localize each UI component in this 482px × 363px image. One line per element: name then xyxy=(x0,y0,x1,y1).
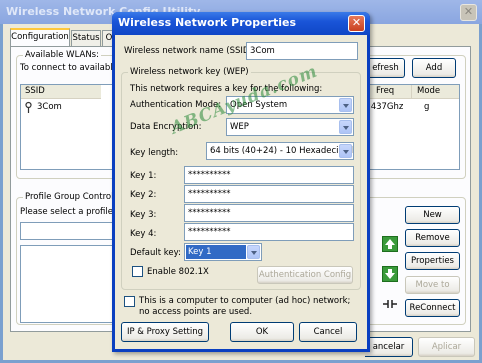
new-button[interactable]: New xyxy=(405,206,460,224)
key4-value: ********** xyxy=(188,227,231,237)
column-freq-label: Freq xyxy=(376,86,395,96)
chevron-down-icon xyxy=(339,144,352,158)
add-label: Add xyxy=(425,63,443,73)
properties-label: Properties xyxy=(411,256,454,266)
ip-proxy-button[interactable]: IP & Proxy Setting xyxy=(121,322,209,342)
wlan-column-ssid[interactable]: SSID xyxy=(21,85,101,99)
remove-label: Remove xyxy=(415,233,450,243)
wlan-row-freq: .437Ghz xyxy=(368,102,404,112)
key1-input[interactable]: ********** xyxy=(184,166,354,184)
default-key-label: Default key: xyxy=(130,248,181,258)
key4-label: Key 4: xyxy=(130,229,157,239)
key-length-select[interactable]: 64 bits (40+24) - 10 Hexadecimal d xyxy=(206,142,354,160)
default-key-value: Key 1 xyxy=(186,245,246,259)
key1-label: Key 1: xyxy=(130,171,157,181)
key3-label: Key 3: xyxy=(130,210,157,220)
chevron-down-icon xyxy=(339,98,352,112)
ok-label: OK xyxy=(255,327,269,337)
tab-configuration-label: Configuration xyxy=(11,32,69,42)
wlan-row-mode: g xyxy=(424,102,430,112)
remove-button[interactable]: Remove xyxy=(405,229,460,247)
column-ssid-label: SSID xyxy=(25,86,45,96)
key3-value: ********** xyxy=(188,208,231,218)
tab-configuration[interactable]: Configuration xyxy=(10,28,70,46)
key-length-label: Key length: xyxy=(130,148,179,158)
auth-config-label: Authentication Config xyxy=(258,270,352,280)
wep-group-label: Wireless network key (WEP) xyxy=(128,67,251,77)
connect-hint: To connect to available xyxy=(20,63,118,73)
ok-button[interactable]: OK xyxy=(230,322,294,342)
profile-select-box[interactable] xyxy=(20,222,120,240)
refresh-label: efresh xyxy=(372,63,399,73)
new-label: New xyxy=(423,210,442,220)
ip-proxy-label: IP & Proxy Setting xyxy=(126,327,204,337)
apply-button[interactable]: Aplicar xyxy=(418,337,475,357)
enable-8021x-label: Enable 802.1X xyxy=(147,267,209,277)
wlan-column-freq[interactable]: Freq xyxy=(367,85,411,99)
apply-label: Aplicar xyxy=(431,342,462,352)
chevron-down-icon xyxy=(247,245,260,259)
profile-list[interactable] xyxy=(20,245,120,323)
key3-input[interactable]: ********** xyxy=(184,204,354,222)
wlan-row-ssid: 3Com xyxy=(37,102,62,112)
connect-icon[interactable] xyxy=(382,297,398,311)
wlan-column-mode[interactable]: Mode xyxy=(411,85,459,99)
bg-close-button[interactable]: ✕ xyxy=(460,4,477,21)
dialog-close-button[interactable]: ✕ xyxy=(348,15,365,32)
move-down-icon[interactable] xyxy=(382,266,398,282)
default-key-select[interactable]: Key 1 xyxy=(184,243,262,261)
move-up-icon[interactable] xyxy=(382,236,398,252)
tab-status[interactable]: Status xyxy=(71,30,101,46)
move-to-label: Move to xyxy=(415,280,450,290)
adhoc-label: This is a computer to computer (ad hoc) … xyxy=(139,296,351,317)
dialog-titlebar: Wireless Network Properties xyxy=(112,12,370,35)
key1-value: ********** xyxy=(188,170,231,180)
properties-button[interactable]: Properties xyxy=(405,252,460,270)
refresh-button[interactable]: efresh xyxy=(367,58,405,78)
bg-cancel-label: ancelar xyxy=(372,342,405,352)
dialog-title: Wireless Network Properties xyxy=(118,16,296,29)
dialog-cancel-button[interactable]: Cancel xyxy=(299,322,357,342)
chevron-down-icon xyxy=(339,120,352,134)
tab-status-label: Status xyxy=(72,33,100,43)
profile-group-label: Profile Group Control xyxy=(23,192,116,202)
auth-config-button[interactable]: Authentication Config xyxy=(257,266,353,284)
reconnect-label: ReConnect xyxy=(409,303,456,313)
key2-label: Key 2: xyxy=(130,190,157,200)
ssid-value: 3Com xyxy=(250,46,275,56)
add-button[interactable]: Add xyxy=(412,58,456,78)
dialog-cancel-label: Cancel xyxy=(313,327,343,337)
wlan-row[interactable]: 3Com xyxy=(22,101,102,114)
key2-input[interactable]: ********** xyxy=(184,185,354,203)
move-to-button[interactable]: Move to xyxy=(405,276,460,294)
bg-cancel-button[interactable]: ancelar xyxy=(365,337,413,357)
adhoc-checkbox[interactable] xyxy=(124,296,135,307)
column-mode-label: Mode xyxy=(417,86,441,96)
available-wlans-label: Available WLANs: xyxy=(23,50,101,60)
reconnect-button[interactable]: ReConnect xyxy=(405,299,460,317)
key2-value: ********** xyxy=(188,189,231,199)
signal-icon xyxy=(24,101,33,114)
key4-input[interactable]: ********** xyxy=(184,223,354,241)
key-length-value: 64 bits (40+24) - 10 Hexadecimal d xyxy=(210,146,354,156)
profile-select-hint: Please select a profile gr xyxy=(20,207,125,217)
enable-8021x-checkbox[interactable] xyxy=(132,266,143,277)
ssid-label: Wireless network name (SSID): xyxy=(124,46,256,56)
